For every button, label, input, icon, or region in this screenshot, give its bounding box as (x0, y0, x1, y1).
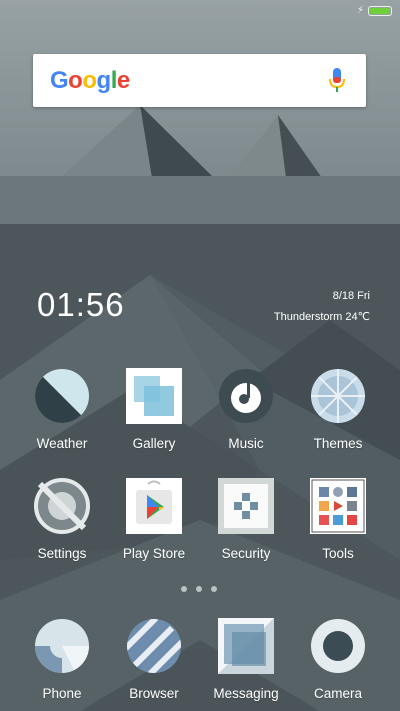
app-tools-folder[interactable]: Tools (292, 478, 384, 561)
clock-time[interactable]: 01:56 (37, 286, 125, 324)
app-label: Settings (37, 546, 87, 561)
charging-icon: ⚡ (356, 5, 364, 16)
app-play-store[interactable]: Play Store (108, 478, 200, 561)
camera-icon (311, 619, 365, 673)
google-logo-letter: o (68, 67, 83, 94)
phone-icon (35, 619, 89, 673)
app-gallery[interactable]: Gallery (108, 368, 200, 451)
battery-level-fill (370, 8, 390, 14)
app-label: Tools (322, 546, 354, 561)
status-bar: ⚡ (357, 5, 392, 17)
browser-icon (127, 619, 181, 673)
app-label: Browser (129, 686, 179, 701)
settings-icon (34, 478, 90, 534)
app-label: Themes (313, 436, 363, 451)
dock-phone[interactable]: Phone (16, 618, 108, 701)
dock-browser[interactable]: Browser (108, 618, 200, 701)
google-logo: Google (50, 67, 130, 95)
microphone-icon[interactable] (328, 68, 346, 94)
app-label: Music (228, 436, 264, 451)
app-security[interactable]: Security (200, 478, 292, 561)
google-logo-letter: G (50, 67, 69, 94)
app-label: Camera (313, 686, 362, 701)
security-icon (218, 478, 274, 534)
battery-icon (368, 6, 392, 16)
tools-folder-icon (310, 478, 366, 534)
app-label: Play Store (122, 546, 186, 561)
app-label: Security (221, 546, 271, 561)
app-weather[interactable]: Weather (16, 368, 108, 451)
app-label: Messaging (213, 686, 279, 701)
dock-camera[interactable]: Camera (292, 618, 384, 701)
page-indicator (181, 586, 217, 592)
messaging-icon (218, 618, 274, 674)
themes-icon (311, 369, 365, 423)
gallery-icon (126, 368, 182, 424)
google-logo-letter: o (82, 67, 97, 94)
app-label: Phone (42, 686, 82, 701)
dock-messaging[interactable]: Messaging (200, 618, 292, 701)
weather-icon (34, 369, 89, 424)
google-logo-letter: g (96, 67, 112, 94)
music-icon (219, 369, 273, 423)
app-music[interactable]: Music (200, 368, 292, 451)
weather-summary[interactable]: Thunderstorm 24℃ (274, 310, 370, 323)
app-settings[interactable]: Settings (16, 478, 108, 561)
play-store-icon (126, 478, 182, 534)
google-logo-letter: e (116, 67, 130, 94)
page-dot[interactable] (211, 586, 217, 592)
app-label: Weather (36, 436, 88, 451)
page-dot[interactable] (196, 586, 202, 592)
page-dot[interactable] (181, 586, 187, 592)
google-search-bar[interactable]: Google (33, 54, 366, 107)
app-label: Gallery (132, 436, 176, 451)
app-themes[interactable]: Themes (292, 368, 384, 451)
clock-date[interactable]: 8/18 Fri (333, 290, 370, 302)
